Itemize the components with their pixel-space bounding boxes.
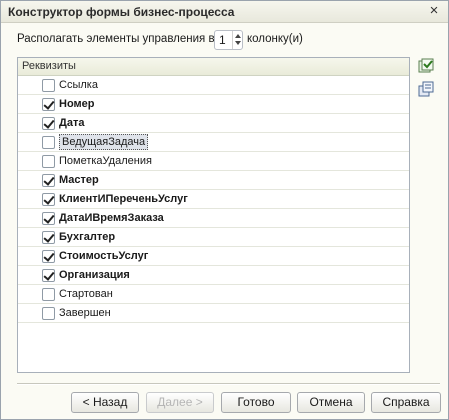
stepper-arrows[interactable] bbox=[232, 31, 242, 49]
grid-rows: Ссылка Номер Дата ВедущаяЗадача ПометкаУдале… bbox=[18, 76, 409, 323]
row-label: Ссылка bbox=[59, 79, 98, 91]
copy-icon[interactable] bbox=[418, 81, 434, 97]
columns-value[interactable]: 1 bbox=[219, 33, 226, 47]
table-row[interactable]: Завершен bbox=[18, 304, 409, 323]
row-checkbox[interactable] bbox=[42, 231, 55, 244]
columns-stepper[interactable]: 1 bbox=[214, 30, 243, 50]
row-checkbox[interactable] bbox=[42, 79, 55, 92]
row-label: Завершен bbox=[59, 307, 111, 319]
row-label: Номер bbox=[59, 98, 95, 110]
row-checkbox[interactable] bbox=[42, 269, 55, 282]
grid-header[interactable]: Реквизиты bbox=[18, 58, 409, 76]
columns-label-after: колонку(и) bbox=[247, 33, 303, 45]
row-label: Стартован bbox=[59, 288, 113, 300]
check-all-icon[interactable] bbox=[418, 58, 434, 74]
title-bar: Конструктор формы бизнес-процесса × bbox=[1, 1, 448, 23]
table-row[interactable]: Номер bbox=[18, 95, 409, 114]
row-label: Мастер bbox=[59, 174, 99, 186]
cancel-button[interactable]: Отмена bbox=[297, 392, 365, 413]
table-row[interactable]: ДатаИВремяЗаказа bbox=[18, 209, 409, 228]
columns-label-before: Располагать элементы управления в bbox=[17, 33, 215, 45]
next-button[interactable]: Далее > bbox=[146, 392, 214, 413]
row-checkbox[interactable] bbox=[42, 98, 55, 111]
window-title: Конструктор формы бизнес-процесса bbox=[8, 5, 235, 19]
table-row[interactable]: Бухгалтер bbox=[18, 228, 409, 247]
row-checkbox[interactable] bbox=[42, 307, 55, 320]
row-checkbox[interactable] bbox=[42, 250, 55, 263]
row-label: КлиентИПереченьУслуг bbox=[59, 193, 188, 205]
help-button[interactable]: Справка bbox=[371, 392, 441, 413]
attributes-grid: Реквизиты Ссылка Номер Дата ВедущаяЗадача По… bbox=[17, 57, 410, 373]
stepper-down-icon[interactable] bbox=[234, 41, 241, 45]
row-checkbox[interactable] bbox=[42, 174, 55, 187]
row-label: ДатаИВремяЗаказа bbox=[59, 212, 164, 224]
row-checkbox[interactable] bbox=[42, 117, 55, 130]
table-row[interactable]: Ссылка bbox=[18, 76, 409, 95]
row-label: Бухгалтер bbox=[59, 231, 116, 243]
row-label: ПометкаУдаления bbox=[59, 155, 152, 167]
back-button[interactable]: < Назад bbox=[71, 392, 139, 413]
table-row[interactable]: СтоимостьУслуг bbox=[18, 247, 409, 266]
row-checkbox[interactable] bbox=[42, 155, 55, 168]
row-checkbox[interactable] bbox=[42, 288, 55, 301]
row-label: Дата bbox=[59, 117, 85, 129]
row-checkbox[interactable] bbox=[42, 193, 55, 206]
row-label: ВедущаяЗадача bbox=[59, 134, 149, 150]
dialog-window: Конструктор формы бизнес-процесса × Расп… bbox=[0, 0, 449, 420]
row-checkbox[interactable] bbox=[42, 136, 55, 149]
footer-separator bbox=[17, 383, 440, 385]
table-row[interactable]: Мастер bbox=[18, 171, 409, 190]
row-label: СтоимостьУслуг bbox=[59, 250, 149, 262]
table-row[interactable]: Организация bbox=[18, 266, 409, 285]
close-icon[interactable]: × bbox=[426, 3, 442, 19]
table-row[interactable]: Стартован bbox=[18, 285, 409, 304]
row-checkbox[interactable] bbox=[42, 212, 55, 225]
row-label: Организация bbox=[59, 269, 130, 281]
table-row[interactable]: ВедущаяЗадача bbox=[18, 133, 409, 152]
table-row[interactable]: ПометкаУдаления bbox=[18, 152, 409, 171]
table-row[interactable]: КлиентИПереченьУслуг bbox=[18, 190, 409, 209]
stepper-up-icon[interactable] bbox=[234, 34, 241, 38]
table-row[interactable]: Дата bbox=[18, 114, 409, 133]
done-button[interactable]: Готово bbox=[221, 392, 291, 413]
